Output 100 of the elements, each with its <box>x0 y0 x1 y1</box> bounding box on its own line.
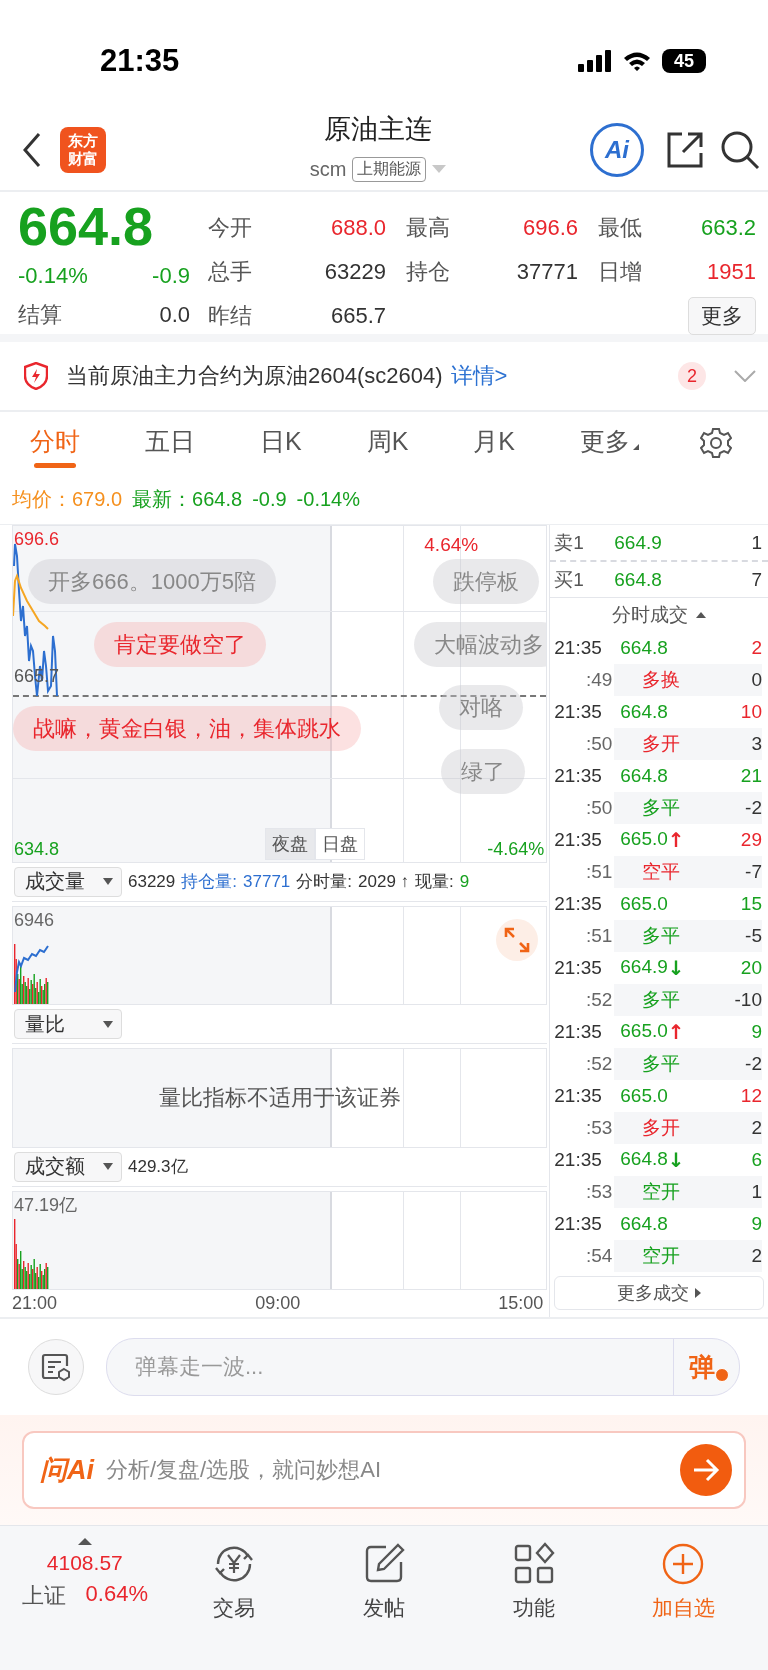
trade-volume: 9 <box>750 1213 762 1235</box>
position-change: 0 <box>708 664 762 696</box>
trade-volume: 12 <box>739 1085 762 1107</box>
indicator-dropdown[interactable]: 成交额 <box>14 1151 122 1182</box>
trade-second: :51 <box>584 861 614 883</box>
index-value[interactable]: 4108.57 <box>46 1551 123 1575</box>
trade-price: 664.9 <box>620 956 668 979</box>
index-change[interactable]: 0.64% <box>85 1581 148 1611</box>
nav-item[interactable]: 交易 <box>159 1534 310 1622</box>
open-interest-value: 37771 <box>243 871 291 892</box>
trade-type: 多平 <box>642 1052 681 1076</box>
time-label: 21:00 <box>12 1293 58 1315</box>
position-change: 2 <box>708 1240 762 1272</box>
danmaku-bubble: 绿了 <box>441 749 525 794</box>
axis-label: -4.64% <box>487 838 545 859</box>
chart-tab[interactable]: 月K <box>469 418 519 468</box>
trade-type: 多平 <box>642 796 681 820</box>
ai-button[interactable]: Ai <box>590 123 644 177</box>
position-change: 2 <box>708 1112 762 1144</box>
add-icon <box>661 1542 706 1586</box>
order-book-price: 664.8 <box>614 568 662 591</box>
more-button[interactable]: 更多 <box>688 297 756 335</box>
trade-price: 664.8 <box>620 1148 668 1171</box>
average-label: 均价： <box>12 486 72 512</box>
app-logo: 东方 财富 <box>60 127 106 173</box>
trade-second: :51 <box>584 925 614 947</box>
danmaku-settings-button[interactable] <box>28 1339 84 1395</box>
chart-tab[interactable]: 五日 <box>141 418 199 468</box>
field-value: 696.6 <box>522 215 578 241</box>
trade-price: 664.8 <box>620 765 668 787</box>
chart-tab[interactable]: 周K <box>362 418 413 468</box>
session-toggle[interactable]: 夜盘 <box>265 827 315 860</box>
trade-volume: 20 <box>739 957 762 979</box>
danmaku-bubble: 对咯 <box>439 685 523 730</box>
trade-second: :53 <box>584 1117 614 1139</box>
session-toggle[interactable]: 日盘 <box>315 827 365 860</box>
field-label: 结算 <box>18 300 62 329</box>
ai-input[interactable]: 分析/复盘/选股，就问妙想AI <box>104 1456 680 1484</box>
unavailable-message: 量比指标不适用于该证券 <box>158 1083 401 1112</box>
search-icon[interactable] <box>720 130 760 170</box>
order-book-label: 买1 <box>554 567 585 592</box>
trade-price: 665.0 <box>620 893 668 915</box>
danmaku-bubble: 开多666。1000万5陪 <box>28 559 276 604</box>
time-label: 09:00 <box>255 1293 301 1315</box>
position-change: 3 <box>708 728 762 760</box>
danmaku-input[interactable]: 弹幕走一波... <box>107 1353 673 1381</box>
ai-logo: 问Ai <box>40 1454 94 1487</box>
chart-tab[interactable]: 更多 <box>576 418 643 468</box>
shield-icon <box>24 362 48 390</box>
nav-item[interactable]: 功能 <box>458 1534 609 1622</box>
trade-time: 21:35 <box>554 1085 603 1107</box>
axis-label: 6946 <box>14 909 55 930</box>
more-trades-button[interactable]: 更多成交 <box>554 1276 764 1310</box>
nav-label: 发帖 <box>363 1595 405 1621</box>
trade-time: 21:35 <box>554 1213 603 1235</box>
trend-arrow: ↑ <box>667 828 685 852</box>
period-volume-label: 分时量: <box>296 871 353 894</box>
trade-type: 多开 <box>642 1116 681 1140</box>
latest-price: 664.8 <box>192 487 243 511</box>
field-value: 663.2 <box>700 215 756 241</box>
nav-label: 交易 <box>213 1595 256 1621</box>
send-button[interactable] <box>680 1444 732 1496</box>
trade-second: :52 <box>584 1053 614 1075</box>
trade-volume: 21 <box>739 765 762 787</box>
trade-second: :54 <box>584 1245 614 1267</box>
field-label: 最高 <box>406 214 450 242</box>
share-icon[interactable] <box>666 131 704 169</box>
order-book-price: 664.9 <box>614 531 662 554</box>
nav-item[interactable]: 发帖 <box>309 1534 459 1622</box>
latest-label: 最新： <box>132 486 193 512</box>
battery-level: 45 <box>674 50 694 72</box>
trade-second: :52 <box>584 989 614 1011</box>
field-value: 665.7 <box>330 303 386 329</box>
index-name[interactable]: 上证 <box>21 1581 66 1611</box>
trade-type: 空开 <box>642 1180 681 1204</box>
open-interest-label: 持仓量: <box>181 871 237 894</box>
trade-time: 21:35 <box>554 1149 603 1171</box>
back-icon[interactable] <box>22 132 42 168</box>
sort-icon[interactable] <box>696 612 707 618</box>
trades-title[interactable]: 分时成交 <box>612 602 689 628</box>
field-label: 总手 <box>208 258 252 286</box>
position-change: -2 <box>708 1048 762 1080</box>
trade-type: 多开 <box>642 732 681 756</box>
trade-type: 多换 <box>642 668 681 692</box>
trade-price: 665.0 <box>620 828 668 851</box>
trade-second: :50 <box>584 733 614 755</box>
trade-second: :49 <box>584 669 614 691</box>
average-price: 679.0 <box>72 487 123 511</box>
signal-icon <box>578 50 612 72</box>
indicator-dropdown[interactable]: 成交量 <box>14 866 122 897</box>
danmaku-bubble: 肯定要做空了 <box>94 622 266 667</box>
indicator-dropdown[interactable]: 量比 <box>14 1009 122 1040</box>
notice-text: 当前原油主力合约为原油2604(sc2604) <box>66 362 443 390</box>
latest-change-percent: -0.14% <box>296 487 360 511</box>
settings-icon[interactable] <box>699 427 732 459</box>
details-link[interactable]: 详情> <box>450 361 508 391</box>
field-value: 1951 <box>707 259 756 285</box>
trade-volume: 2 <box>750 637 762 659</box>
trade-second: :50 <box>584 797 614 819</box>
chart-tab[interactable]: 日K <box>255 418 306 468</box>
